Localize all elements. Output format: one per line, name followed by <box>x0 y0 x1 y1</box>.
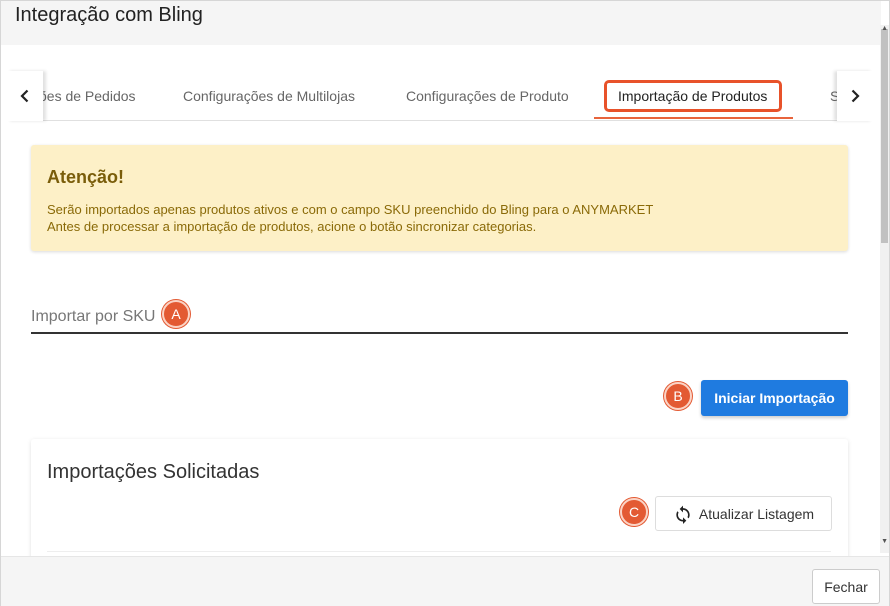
dialog-footer: Fechar <box>1 556 889 606</box>
marker-a: A <box>162 300 190 328</box>
refresh-list-button[interactable]: Atualizar Listagem <box>655 496 832 531</box>
dialog-header: Integração com Bling <box>1 1 881 45</box>
refresh-list-label: Atualizar Listagem <box>698 505 815 522</box>
scrollbar-thumb[interactable] <box>881 29 888 243</box>
tab-scroll-left-button[interactable] <box>7 71 43 121</box>
tab-configuracoes-de-pedidos[interactable]: ões de Pedidos <box>43 71 136 121</box>
tab-bar: ões de Pedidos Configurações de Multiloj… <box>7 71 873 121</box>
tab-strip: ões de Pedidos Configurações de Multiloj… <box>43 71 837 121</box>
alert-title: Atenção! <box>47 167 125 187</box>
tab-next-partial[interactable]: S <box>830 71 837 121</box>
alert-message-line-2: Antes de processar a importação de produ… <box>47 219 537 234</box>
sku-input[interactable] <box>31 301 848 332</box>
scroll-up-arrow-icon[interactable]: ▲ <box>881 25 888 32</box>
tab-scroll-right-button[interactable] <box>837 71 873 121</box>
requested-imports-title: Importações Solicitadas <box>47 461 260 483</box>
marker-c: C <box>620 498 648 526</box>
marker-b: B <box>664 382 692 410</box>
dialog-title: Integração com Bling <box>15 4 203 26</box>
attention-alert: Atenção! Serão importados apenas produto… <box>31 145 848 251</box>
tab-configuracoes-de-produto[interactable]: Configurações de Produto <box>406 71 569 121</box>
active-tab-indicator <box>594 117 793 119</box>
start-import-button[interactable]: Iniciar Importação <box>701 380 848 416</box>
tab-configuracoes-de-multilojas[interactable]: Configurações de Multilojas <box>183 71 355 121</box>
integration-dialog: Integração com Bling ões de Pedidos Conf… <box>0 0 890 606</box>
chevron-right-icon <box>851 89 860 103</box>
scroll-down-arrow-icon[interactable]: ▼ <box>881 538 888 545</box>
close-button[interactable]: Fechar <box>812 569 880 604</box>
vertical-scrollbar[interactable] <box>880 25 889 553</box>
tab-importacao-de-produtos[interactable]: Importação de Produtos <box>618 71 767 121</box>
alert-message-line-1: Serão importados apenas produtos ativos … <box>47 202 654 217</box>
requested-imports-card: Importações Solicitadas Atualizar Listag… <box>31 439 848 569</box>
chevron-left-icon <box>20 89 29 103</box>
card-divider <box>47 551 831 552</box>
refresh-icon <box>676 505 690 524</box>
sku-field <box>31 301 848 334</box>
